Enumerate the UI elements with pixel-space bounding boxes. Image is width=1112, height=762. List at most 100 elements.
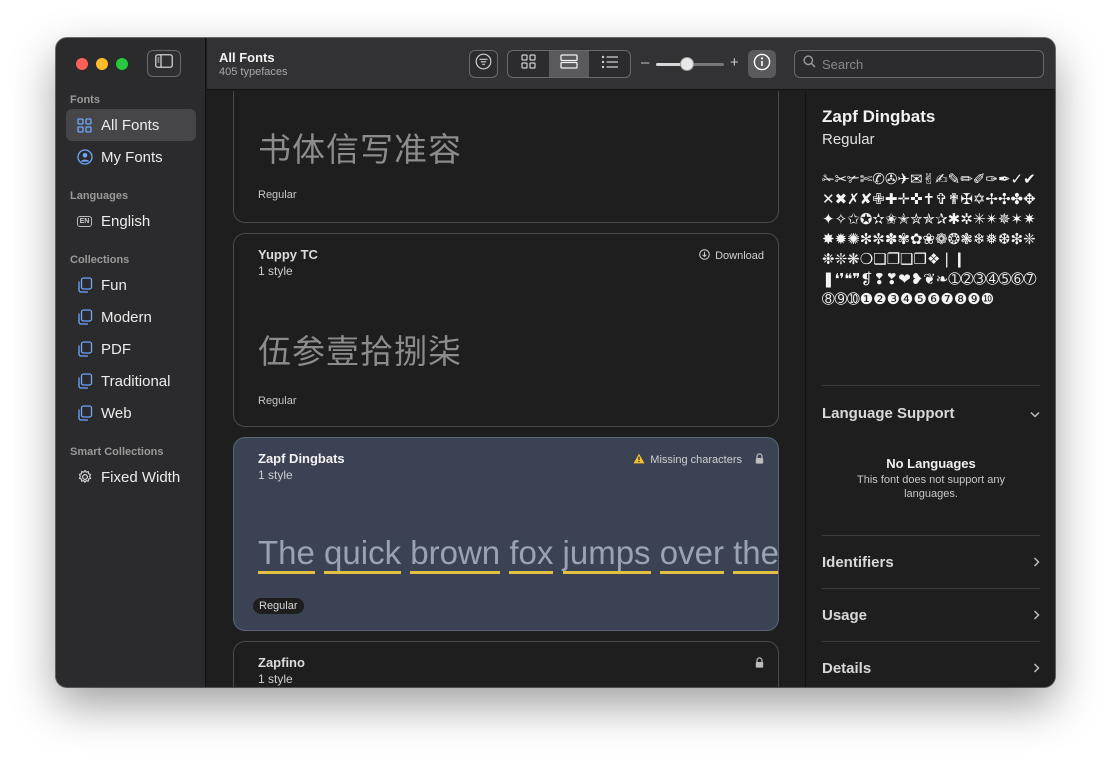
toolbar: All Fonts 405 typefaces – +: [207, 38, 1055, 90]
page-title: All Fonts: [219, 50, 275, 65]
sidebar-item-label: Fun: [101, 276, 127, 294]
font-card[interactable]: 书体信写准容 Regular: [233, 91, 779, 223]
panel-font-name: Zapf Dingbats: [822, 107, 936, 126]
list-view-button[interactable]: [589, 51, 630, 77]
close-window-button[interactable]: [76, 58, 88, 70]
filter-icon: [475, 53, 492, 75]
typeface-count: 405 typefaces: [219, 66, 288, 78]
font-book-window: Fonts All Fonts My Fonts Languages EN En…: [56, 38, 1055, 687]
font-style-label: Regular: [253, 598, 304, 614]
sidebar-item-pdf[interactable]: PDF: [66, 333, 196, 365]
chevron-down-icon: [1030, 405, 1040, 422]
chevron-right-icon: [1033, 607, 1040, 624]
sidebar-toggle-button[interactable]: [147, 50, 181, 77]
identifiers-row[interactable]: Identifiers: [822, 554, 1040, 571]
search-icon: [803, 55, 816, 73]
sidebar-item-web[interactable]: Web: [66, 397, 196, 429]
font-style-label: Regular: [258, 189, 297, 201]
grid-icon: [76, 117, 93, 134]
zoom-out-label: –: [641, 54, 650, 71]
font-card-yuppy-tc[interactable]: Yuppy TC 1 style Download 伍参壹拾捌柒 Regular: [233, 233, 779, 427]
warning-icon: [633, 453, 645, 467]
divider: [822, 588, 1040, 589]
view-mode-segmented-control: [507, 50, 631, 78]
fonts-section-header: Fonts: [70, 94, 100, 106]
glyph-sample: ✁✂✃✄✆✇✈✉✌✍✎✏✐✑✒✓✔✕✖✗✘✙✚✛✜✝✞✟✠✡✢✣✤✥✦✧✩✪✫✬…: [822, 170, 1037, 308]
download-label: Download: [715, 250, 764, 262]
usage-row[interactable]: Usage: [822, 607, 1040, 624]
person-circle-icon: [76, 149, 93, 166]
info-icon: [753, 53, 771, 76]
usage-label: Usage: [822, 607, 868, 624]
chevron-right-icon: [1033, 554, 1040, 571]
font-name: Yuppy TC: [258, 247, 318, 262]
no-languages-title: No Languages: [886, 456, 976, 471]
lock-icon: [755, 453, 764, 467]
languages-section-header: Languages: [70, 190, 129, 202]
collection-icon: [76, 373, 93, 390]
font-style-count: 1 style: [258, 264, 293, 278]
no-languages-description: This font does not support any languages…: [857, 474, 1005, 500]
sidebar-item-fun[interactable]: Fun: [66, 269, 196, 301]
font-name: Zapf Dingbats: [258, 451, 345, 466]
search-field[interactable]: [794, 50, 1044, 78]
en-badge-icon: EN: [76, 213, 93, 230]
font-style-count: 1 style: [258, 672, 293, 686]
download-button[interactable]: Download: [699, 249, 764, 263]
font-info-panel: Zapf Dingbats Regular ✁✂✃✄✆✇✈✉✌✍✎✏✐✑✒✓✔✕…: [805, 91, 1055, 687]
sidebar-item-label: All Fonts: [101, 116, 160, 134]
gear-icon: [76, 469, 93, 486]
collection-icon: [76, 341, 93, 358]
lock-indicator: [755, 657, 764, 671]
missing-characters-notice: Missing characters: [633, 453, 764, 467]
preview-word: quick: [324, 534, 402, 574]
sidebar-item-fixed-width[interactable]: Fixed Width: [66, 461, 196, 493]
minimize-window-button[interactable]: [96, 58, 108, 70]
preview-word: over: [659, 534, 724, 574]
collection-icon: [76, 277, 93, 294]
collection-icon: [76, 405, 93, 422]
preview-word: The: [258, 534, 315, 574]
sidebar-item-traditional[interactable]: Traditional: [66, 365, 196, 397]
font-card-zapfino[interactable]: Zapfino 1 style: [233, 641, 779, 687]
identifiers-label: Identifiers: [822, 554, 894, 571]
zoom-in-label: +: [730, 54, 739, 71]
grid-view-icon: [521, 54, 536, 74]
font-preview-sample: 书体信写准容: [258, 131, 462, 168]
search-input[interactable]: [822, 56, 1032, 72]
list-view-icon: [601, 55, 619, 74]
preview-word: jumps: [562, 534, 651, 574]
download-icon: [699, 249, 710, 263]
font-card-zapf-dingbats[interactable]: Zapf Dingbats 1 style Missing characters…: [233, 437, 779, 631]
sidebar-item-english[interactable]: EN English: [66, 205, 196, 237]
missing-characters-label: Missing characters: [650, 454, 742, 466]
sidebar-icon: [155, 54, 173, 73]
slider-knob[interactable]: [679, 57, 694, 71]
sidebar-item-label: Traditional: [101, 372, 171, 390]
collection-icon: [76, 309, 93, 326]
divider: [822, 535, 1040, 536]
info-button[interactable]: [748, 50, 776, 78]
details-row[interactable]: Details: [822, 660, 1040, 677]
font-style-count: 1 style: [258, 468, 293, 482]
font-style-label: Regular: [258, 395, 297, 407]
smart-collections-section-header: Smart Collections: [70, 446, 164, 458]
preview-word: fox: [509, 534, 554, 574]
details-label: Details: [822, 660, 872, 677]
grid-view-button[interactable]: [508, 51, 549, 77]
sidebar-item-my-fonts[interactable]: My Fonts: [66, 141, 196, 173]
language-support-disclosure[interactable]: Language Support: [822, 405, 1040, 422]
sidebar-item-all-fonts[interactable]: All Fonts: [66, 109, 196, 141]
language-support-label: Language Support: [822, 405, 955, 422]
panel-font-style: Regular: [822, 131, 875, 148]
collections-section-header: Collections: [70, 254, 130, 266]
font-preview-sample: 伍参壹拾捌柒: [258, 333, 462, 370]
zoom-window-button[interactable]: [116, 58, 128, 70]
sidebar: Fonts All Fonts My Fonts Languages EN En…: [56, 38, 206, 687]
filter-button[interactable]: [469, 50, 498, 78]
strip-view-button[interactable]: [548, 51, 590, 77]
sidebar-item-modern[interactable]: Modern: [66, 301, 196, 333]
strip-view-icon: [560, 54, 578, 74]
sidebar-item-label: English: [101, 212, 151, 230]
lock-icon: [755, 657, 764, 671]
